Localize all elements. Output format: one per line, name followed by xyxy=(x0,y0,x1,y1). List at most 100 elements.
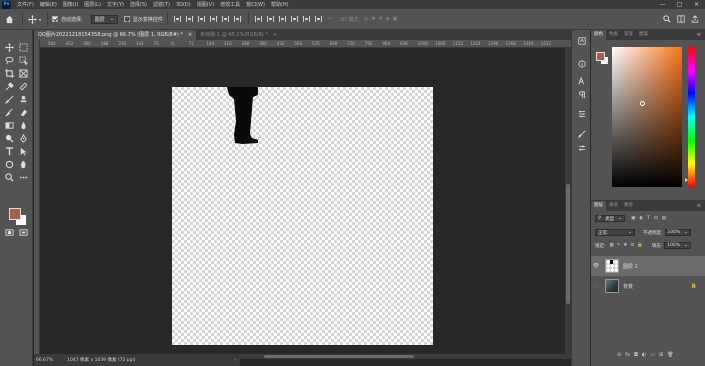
menu-select[interactable]: 选择(S) xyxy=(127,1,150,8)
minimize-button[interactable]: — xyxy=(654,0,671,9)
tab-gradients[interactable]: 渐变 xyxy=(621,30,636,40)
foreground-color-swatch[interactable] xyxy=(9,208,21,220)
lock-icons[interactable]: ▦✎✥⊡🔒 xyxy=(610,243,646,248)
lock-icon[interactable]: 🔒 xyxy=(691,283,697,289)
eyedropper-tool-icon[interactable] xyxy=(3,80,15,92)
crop-tool-icon[interactable] xyxy=(3,67,15,79)
menu-layer[interactable]: 图层(L) xyxy=(81,1,104,8)
auto-select-dropdown[interactable]: 图层 ⌄ xyxy=(90,14,118,24)
path-selection-tool-icon[interactable] xyxy=(17,145,29,157)
paragraph-icon[interactable] xyxy=(576,89,587,100)
more-tools-icon[interactable] xyxy=(17,171,29,183)
layer-row-2[interactable]: □ 背景 🔒 xyxy=(591,276,705,296)
tab-channels[interactable]: 通道 xyxy=(606,201,621,211)
menu-file[interactable]: 文件(F) xyxy=(14,1,37,8)
zoom-tool-icon[interactable] xyxy=(3,171,15,183)
pen-tool-icon[interactable] xyxy=(17,132,29,144)
info-icon[interactable] xyxy=(576,58,587,69)
zoom-level[interactable]: 66.67% xyxy=(36,358,53,363)
quick-mask-icon[interactable] xyxy=(3,226,15,238)
align-hcenter-icon[interactable] xyxy=(220,14,232,24)
close-icon[interactable]: × xyxy=(188,32,192,38)
menu-3d[interactable]: 3D(D) xyxy=(173,2,194,8)
clone-stamp-tool-icon[interactable] xyxy=(17,93,29,105)
frame-tool-icon[interactable] xyxy=(17,67,29,79)
tab-document-2[interactable]: 未标题-1 @ 45.1%(RGB/8) * × xyxy=(196,30,281,40)
opacity-input[interactable]: 100% ⌄ xyxy=(664,229,692,236)
history-icon[interactable] xyxy=(576,35,587,46)
menu-help[interactable]: 帮助(H) xyxy=(268,1,292,8)
move-tool-icon[interactable] xyxy=(3,41,15,53)
layer-name[interactable]: 图层 1 xyxy=(623,263,638,270)
align-bottom-icon[interactable] xyxy=(196,14,208,24)
type-tool-icon[interactable] xyxy=(3,145,15,157)
layer-name[interactable]: 背景 xyxy=(623,283,633,290)
distribute-vcenter-icon[interactable] xyxy=(265,14,277,24)
hue-slider-marker[interactable] xyxy=(685,178,688,182)
panel-menu-icon[interactable]: ≡ xyxy=(697,203,701,209)
panel-foreground-swatch[interactable] xyxy=(596,52,605,61)
tab-color[interactable]: 颜色 xyxy=(591,30,606,40)
tab-swatches[interactable]: 色板 xyxy=(606,30,621,40)
screen-mode-icon[interactable] xyxy=(17,226,29,238)
marquee-tool-icon[interactable] xyxy=(17,41,29,53)
distribute-bottom-icon[interactable] xyxy=(277,14,289,24)
menu-type[interactable]: 文字(Y) xyxy=(104,1,127,8)
trash-icon[interactable]: 🗑 xyxy=(667,352,673,358)
maximize-button[interactable]: □ xyxy=(671,0,688,9)
character-icon[interactable] xyxy=(576,75,587,86)
tab-layers[interactable]: 图层 xyxy=(591,201,606,211)
menu-filter[interactable]: 滤镜(T) xyxy=(150,1,173,8)
move-tool-icon[interactable] xyxy=(27,14,37,24)
blend-mode-dropdown[interactable]: 正常 ⌄ xyxy=(595,229,635,236)
adjustments-icon[interactable] xyxy=(576,108,587,119)
distribute-top-icon[interactable] xyxy=(253,14,265,24)
close-icon[interactable]: × xyxy=(273,32,277,38)
brush-settings-icon[interactable] xyxy=(576,128,587,139)
gradient-tool-icon[interactable] xyxy=(3,119,15,131)
shape-tool-icon[interactable] xyxy=(3,158,15,170)
menu-image[interactable]: 图像(I) xyxy=(60,1,81,8)
menu-plugins[interactable]: 增效工具 xyxy=(217,1,243,8)
align-top-icon[interactable] xyxy=(172,14,184,24)
search-icon[interactable] xyxy=(663,15,671,23)
history-brush-tool-icon[interactable] xyxy=(3,106,15,118)
object-select-tool-icon[interactable] xyxy=(17,54,29,66)
auto-select-checkbox[interactable] xyxy=(52,16,59,22)
blur-tool-icon[interactable] xyxy=(17,119,29,131)
color-field[interactable] xyxy=(612,47,682,187)
distribute-right-icon[interactable] xyxy=(313,14,325,24)
properties-icon[interactable] xyxy=(576,142,587,153)
tab-document-1[interactable]: QQ图片20221218154358.png @ 66.7% (图层 1, RG… xyxy=(34,30,197,40)
dodge-tool-icon[interactable] xyxy=(3,132,15,144)
fill-input[interactable]: 100% ⌄ xyxy=(664,242,691,249)
share-icon[interactable] xyxy=(691,15,699,23)
spot-healing-tool-icon[interactable] xyxy=(17,80,29,92)
group-icon[interactable]: ▭ xyxy=(650,352,655,358)
menu-window[interactable]: 窗口(W) xyxy=(243,1,268,8)
color-picker-marker[interactable] xyxy=(640,101,645,106)
layer-filter-dropdown[interactable]: ⚲ 类型 ⌄ xyxy=(595,215,626,222)
fx-icon[interactable]: fx xyxy=(625,352,630,358)
home-icon[interactable] xyxy=(0,9,18,30)
distribute-hcenter-icon[interactable] xyxy=(301,14,313,24)
layer-row-1[interactable]: 👁 图层 1 xyxy=(591,256,705,276)
menu-edit[interactable]: 编辑(E) xyxy=(37,1,60,8)
document-canvas[interactable] xyxy=(172,87,433,345)
show-transform-checkbox[interactable] xyxy=(123,16,130,22)
adjustment-layer-icon[interactable]: ◐ xyxy=(642,352,646,358)
tab-patterns[interactable]: 图案 xyxy=(636,30,651,40)
menu-view[interactable]: 视图(V) xyxy=(194,1,217,8)
workspace-icon[interactable] xyxy=(677,15,685,23)
eye-hidden-icon[interactable]: □ xyxy=(591,283,601,289)
align-vcenter-icon[interactable] xyxy=(184,14,196,24)
hue-slider[interactable] xyxy=(688,47,695,187)
eye-icon[interactable]: 👁 xyxy=(591,263,601,269)
close-button[interactable]: ✕ xyxy=(688,0,705,9)
mask-icon[interactable]: ◘ xyxy=(634,352,638,358)
filter-icons[interactable]: ▣◐T⊡▤ xyxy=(631,216,670,221)
panel-menu-icon[interactable]: ≡ xyxy=(697,32,701,38)
hand-tool-icon[interactable] xyxy=(17,158,29,170)
lasso-tool-icon[interactable] xyxy=(3,54,15,66)
horizontal-scrollbar[interactable] xyxy=(240,354,571,359)
